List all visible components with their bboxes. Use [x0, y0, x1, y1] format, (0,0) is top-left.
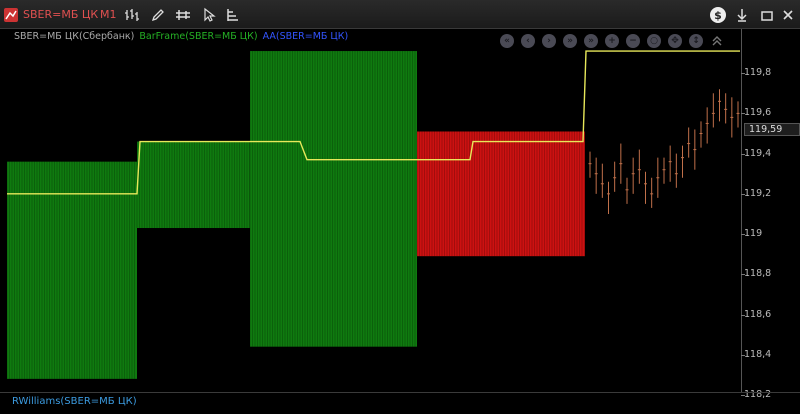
legend-barframe: BarFrame(SBER=МБ ЦК): [139, 31, 258, 42]
y-tick-label: 119,8: [744, 67, 772, 79]
barframe-stripes: [249, 51, 416, 347]
y-tick-mark: [741, 274, 745, 276]
first-icon[interactable]: «: [497, 32, 517, 49]
scale-icon[interactable]: ↕: [686, 32, 706, 49]
legend-instrument: SBER=МБ ЦК(Сбербанк): [14, 31, 135, 42]
last-icon[interactable]: »: [581, 32, 601, 49]
chart-legend: SBER=МБ ЦК(Сбербанк) BarFrame(SBER=МБ ЦК)…: [14, 31, 353, 42]
y-tick-label: 118,2: [744, 388, 772, 400]
y-tick-label: 118,6: [744, 308, 772, 320]
current-price-label: 119,59: [744, 123, 800, 136]
y-tick-label: 119,2: [744, 187, 772, 199]
zoom-fit-icon[interactable]: ○: [644, 32, 664, 49]
barframe-green: [137, 141, 250, 229]
y-tick-label: 119,4: [744, 147, 772, 159]
chart-navigation: « ‹ › » » + − ○ ✥ ↕: [497, 32, 727, 49]
y-tick-label: 118,8: [744, 268, 772, 280]
y-tick-mark: [741, 234, 745, 236]
y-tick-mark: [741, 73, 745, 75]
price-axis-line: [741, 29, 742, 392]
zoom-in-icon[interactable]: +: [602, 32, 622, 49]
y-tick-mark: [741, 314, 745, 316]
play-icon[interactable]: ›: [539, 32, 559, 49]
prev-icon[interactable]: ‹: [518, 32, 538, 49]
y-tick-mark: [741, 394, 745, 396]
collapse-icon[interactable]: [707, 32, 727, 49]
next-icon[interactable]: »: [560, 32, 580, 49]
legend-aa: AA(SBER=МБ ЦК): [262, 31, 349, 42]
price-chart[interactable]: [0, 0, 800, 414]
y-tick-label: 118,4: [744, 348, 772, 360]
y-tick-mark: [741, 354, 745, 356]
zoom-out-icon[interactable]: −: [623, 32, 643, 49]
y-tick-label: 119,6: [744, 107, 772, 119]
panel-divider[interactable]: [0, 392, 800, 393]
y-tick-mark: [741, 113, 745, 115]
y-tick-mark: [741, 153, 745, 155]
y-tick-mark: [741, 193, 745, 195]
pan-icon[interactable]: ✥: [665, 32, 685, 49]
y-tick-label: 119: [744, 228, 763, 240]
lower-indicator-label: RWilliams(SBER=МБ ЦК): [12, 396, 137, 407]
